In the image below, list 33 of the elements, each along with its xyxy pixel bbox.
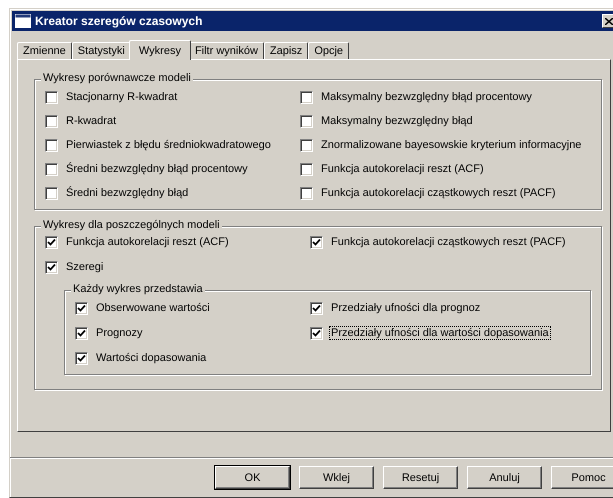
tab[interactable]: Filtr wyników [188,42,264,59]
dialog-button[interactable]: Wklej [299,466,374,489]
checkbox-label[interactable]: Funkcja autokorelacji reszt (ACF) [64,235,231,249]
checkbox-label[interactable]: Funkcja autokorelacji reszt (ACF) [319,162,486,176]
tab[interactable]: Statystyki [72,42,131,59]
checkbox-label[interactable]: Maksymalny bezwzględny błąd procentowy [319,90,534,104]
checkbox-label[interactable]: Szeregi [64,260,106,274]
group-title: Wykresy dla poszczególnych modeli [41,219,222,231]
dialog-button[interactable]: OK [215,466,290,489]
checkbox-label[interactable]: Przedziały ufności dla prognoz [329,301,482,315]
tab[interactable]: Zmienne [17,42,72,59]
checkbox-label[interactable]: Średni bezwzględny błąd procentowy [64,162,250,176]
group-title: Każdy wykres przedstawia [71,283,205,295]
checkbox-label[interactable]: Znormalizowane bayesowskie kryterium informacyjne [319,138,584,152]
group-title: Wykresy porównawcze modeli [41,72,193,84]
checkbox-label[interactable]: Wartości dopasowania [94,351,208,365]
checkbox-label[interactable]: R-kwadrat [64,114,118,128]
dialog-button[interactable]: Anuluj [467,466,542,489]
checkbox-label[interactable]: Stacjonarny R-kwadrat [64,90,180,104]
checkbox-label[interactable]: Średni bezwzględny błąd [64,186,190,200]
tab[interactable]: Zapisz [264,42,308,59]
tab[interactable]: Wykresy [128,40,191,60]
checkbox-label[interactable]: Maksymalny bezwzględny błąd [319,114,475,128]
dialog-button[interactable]: Pomoc [551,466,613,489]
checkbox-label[interactable]: Pierwiastek z błędu średniokwadratowego [64,138,273,152]
checkbox-label[interactable]: Funkcja autokorelacji cząstkowych reszt (PACF) [329,235,568,249]
checkbox-label[interactable]: Funkcja autokorelacji cząstkowych reszt (PACF) [319,186,558,200]
checkbox-label[interactable]: Prognozy [94,326,144,340]
dialog-button[interactable]: Resetuj [383,466,458,489]
checkbox-label[interactable]: Przedziały ufności dla wartości dopasowania [329,326,551,340]
tab[interactable]: Opcje [308,42,350,59]
window-title: Kreator szeregów czasowych [35,14,202,28]
checkbox-label[interactable]: Obserwowane wartości [94,301,212,315]
